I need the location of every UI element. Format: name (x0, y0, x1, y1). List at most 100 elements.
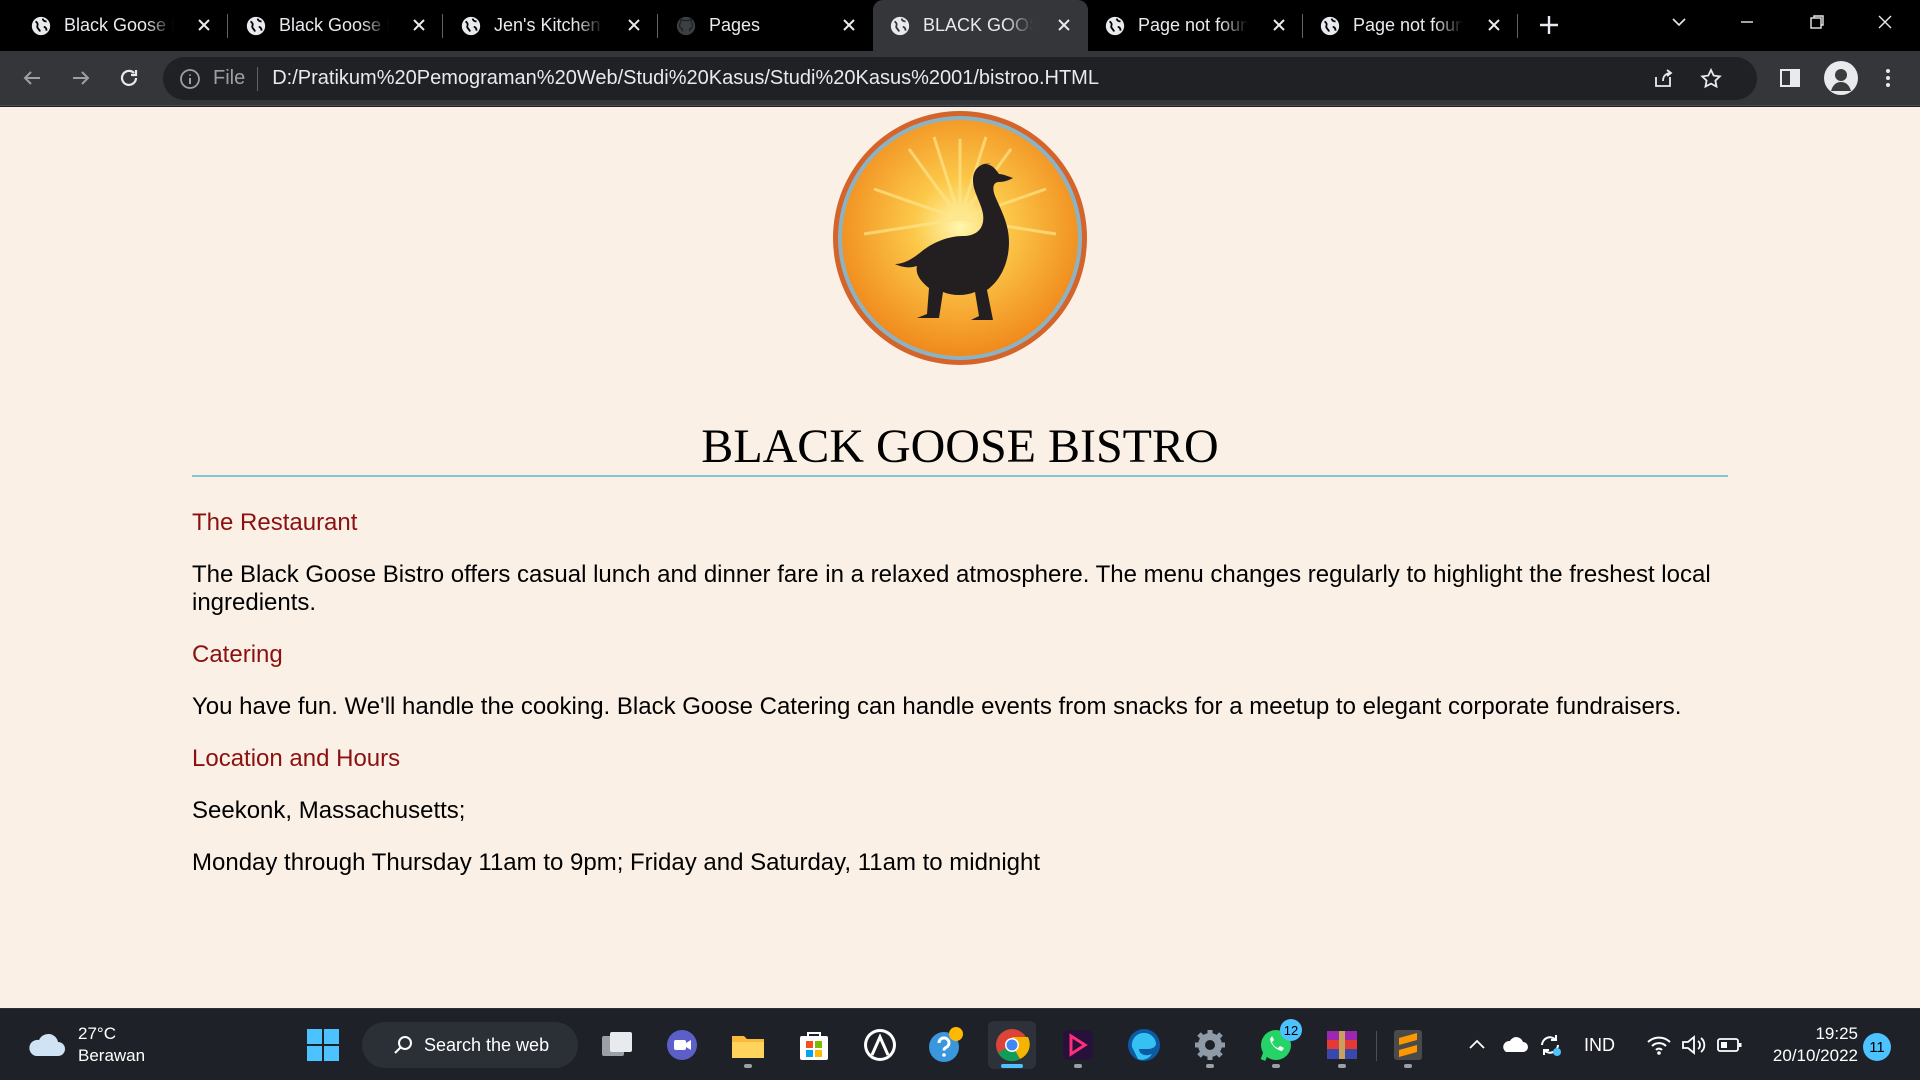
running-indicator (1206, 1064, 1214, 1068)
app-button[interactable] (856, 1021, 904, 1069)
teams-icon (667, 1030, 697, 1060)
minimize-button[interactable] (1712, 0, 1782, 44)
get-help-button[interactable] (922, 1021, 970, 1069)
app-icon (864, 1029, 896, 1061)
side-panel-button[interactable] (1776, 64, 1804, 92)
wifi-tray[interactable] (1646, 1009, 1672, 1080)
sublime-icon (1394, 1030, 1422, 1060)
new-tab-plus-icon[interactable] (1536, 12, 1562, 38)
running-indicator (744, 1064, 752, 1068)
tab-6[interactable]: Page not found (1088, 0, 1303, 51)
browser-toolbar: File D:/Pratikum%20Pemograman%20Web/Stud… (0, 51, 1920, 106)
edge-button[interactable] (1120, 1021, 1168, 1069)
close-icon[interactable] (839, 15, 859, 35)
tab-title: Black Goose Bistro (64, 15, 174, 36)
forward-button[interactable] (67, 64, 95, 92)
arrow-right-icon (73, 71, 90, 85)
close-window-button[interactable] (1850, 0, 1920, 44)
restore-button[interactable] (1782, 0, 1852, 44)
sync-icon (1541, 1035, 1561, 1056)
whatsapp-button[interactable]: 12 (1252, 1019, 1302, 1069)
github-icon (676, 16, 696, 35)
tab-title: Black Goose Bakery (279, 15, 389, 36)
weather-temp: 27°C (78, 1024, 116, 1043)
share-icon[interactable] (1651, 67, 1675, 91)
globe-icon (246, 16, 266, 35)
battery-icon (1717, 1038, 1742, 1052)
address-bar[interactable]: File D:/Pratikum%20Pemograman%20Web/Stud… (163, 57, 1757, 100)
tab-search-button[interactable] (1644, 0, 1714, 44)
store-icon (800, 1032, 828, 1060)
profile-avatar[interactable] (1824, 61, 1858, 95)
task-view-button[interactable] (593, 1021, 641, 1069)
title-rule (192, 475, 1728, 477)
url-scheme: File (213, 67, 246, 89)
language-indicator[interactable]: IND (1584, 1009, 1615, 1080)
settings-button[interactable] (1186, 1021, 1234, 1069)
taskbar-search[interactable]: Search the web (362, 1022, 578, 1068)
taskbar-divider (1376, 1031, 1377, 1061)
winrar-button[interactable] (1318, 1021, 1366, 1069)
tab-4[interactable]: Pages (645, 0, 873, 51)
wifi-icon (1647, 1036, 1671, 1055)
kebab-menu-icon (1886, 69, 1890, 87)
tab-5-active[interactable]: BLACK GOOSE BISTRO (873, 0, 1088, 51)
battery-tray[interactable] (1716, 1009, 1744, 1080)
sync-tray[interactable] (1536, 1009, 1564, 1080)
close-icon[interactable] (1484, 15, 1504, 35)
tab-3[interactable]: Jen's Kitchen (430, 0, 658, 51)
clock[interactable]: 19:25 20/10/2022 (1762, 1023, 1858, 1067)
weather-condition: Berawan (78, 1046, 146, 1065)
tab-title: Page not found (1353, 15, 1463, 36)
close-icon[interactable] (194, 15, 214, 35)
chevron-down-icon (1672, 18, 1686, 27)
running-indicator (1074, 1064, 1082, 1068)
onedrive-tray[interactable] (1500, 1009, 1528, 1080)
search-label: Search the web (424, 1034, 550, 1055)
show-hidden-icons[interactable] (1466, 1009, 1488, 1080)
taskbar: 27°C Berawan Search the web 12 IND 19:25… (0, 1008, 1920, 1080)
reload-button[interactable] (115, 64, 143, 92)
omnibox-divider (257, 66, 259, 91)
volume-tray[interactable] (1680, 1009, 1706, 1080)
globe-icon (31, 16, 51, 35)
catering-paragraph: You have fun. We'll handle the cooking. … (192, 693, 1682, 720)
file-explorer-button[interactable] (724, 1021, 772, 1069)
back-button[interactable] (18, 64, 46, 92)
tab-2[interactable]: Black Goose Bakery (215, 0, 443, 51)
media-app-button[interactable] (1054, 1021, 1102, 1069)
start-button[interactable] (299, 1021, 347, 1069)
edge-icon (1128, 1029, 1160, 1061)
page-title: BLACK GOOSE BISTRO (701, 420, 1219, 473)
close-icon[interactable] (409, 15, 429, 35)
onedrive-icon (1503, 1037, 1528, 1052)
menu-button[interactable] (1874, 64, 1902, 92)
restaurant-paragraph: The Black Goose Bistro offers casual lun… (192, 561, 1711, 616)
reload-icon (120, 69, 138, 86)
hours-paragraph: Monday through Thursday 11am to 9pm; Fri… (192, 849, 1041, 876)
tab-1[interactable]: Black Goose Bistro (0, 0, 228, 51)
location-paragraph: Seekonk, Massachusetts; (192, 797, 466, 824)
teams-chat-button[interactable] (658, 1021, 706, 1069)
tab-7[interactable]: Page not found (1303, 0, 1518, 51)
settings-icon (1195, 1030, 1225, 1060)
task-view-icon (602, 1032, 632, 1056)
weather-widget[interactable]: 27°C Berawan (26, 1023, 145, 1067)
bookmark-star-icon[interactable] (1699, 67, 1723, 91)
heading-restaurant: The Restaurant (192, 509, 358, 536)
store-button[interactable] (790, 1021, 838, 1069)
url-text[interactable]: D:/Pratikum%20Pemograman%20Web/Studi%20K… (272, 67, 1099, 90)
notification-badge[interactable]: 11 (1863, 1033, 1891, 1061)
start-icon (307, 1029, 339, 1061)
file-explorer-icon (732, 1036, 764, 1058)
globe-icon (1320, 16, 1340, 35)
running-indicator (1404, 1064, 1412, 1068)
winrar-icon (1327, 1031, 1357, 1059)
info-icon[interactable] (179, 68, 201, 90)
chrome-button[interactable] (988, 1021, 1036, 1069)
tab-title: Page not found (1138, 15, 1248, 36)
close-icon[interactable] (624, 15, 644, 35)
close-icon[interactable] (1054, 15, 1074, 35)
sublime-text-button[interactable] (1384, 1021, 1432, 1069)
close-icon[interactable] (1269, 15, 1289, 35)
